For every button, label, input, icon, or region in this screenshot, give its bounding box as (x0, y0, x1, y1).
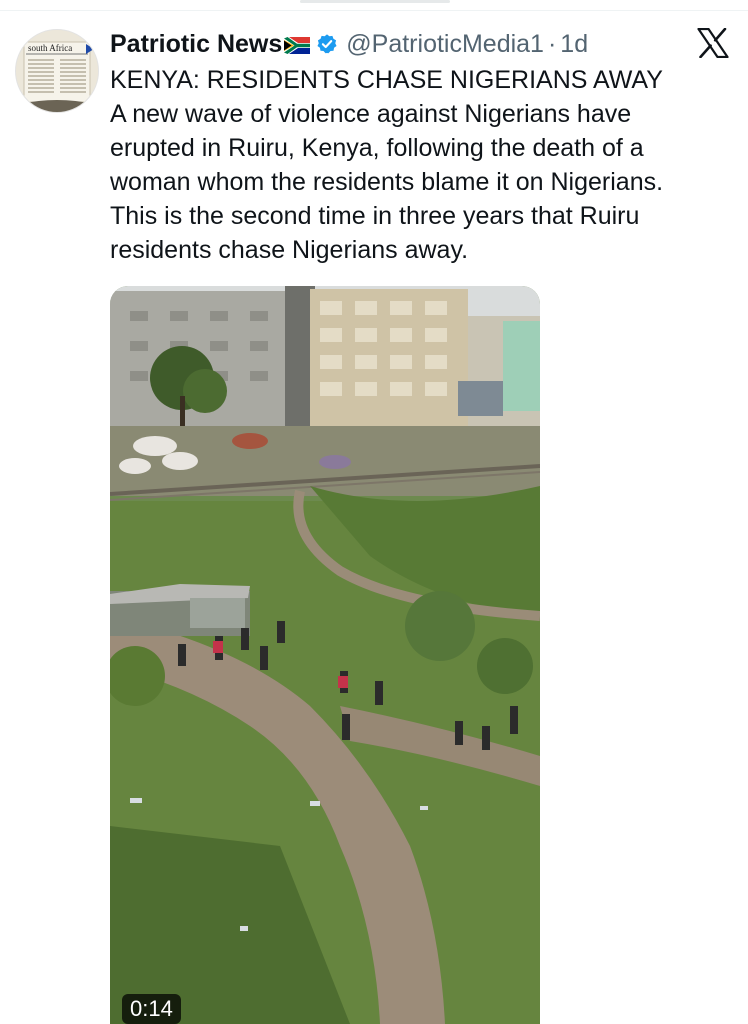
avatar-masthead-text: south Africa (28, 43, 72, 53)
sheet-grabber (300, 0, 450, 3)
author-display-name[interactable]: Patriotic News (110, 30, 282, 59)
tweet-headline: KENYA: RESIDENTS CHASE NIGERIANS AWAY (110, 66, 663, 94)
separator-dot: · (547, 29, 557, 58)
video-player[interactable]: 0:14 (110, 286, 540, 1024)
post-time[interactable]: 1d (560, 30, 588, 59)
author-handle[interactable]: @PatrioticMedia1 (346, 30, 544, 59)
x-logo-icon[interactable] (697, 28, 729, 58)
south-africa-flag-icon (284, 36, 311, 54)
video-duration-badge: 0:14 (122, 994, 181, 1024)
tweet-body-line: residents chase Nigerians away. (110, 236, 469, 264)
tweet-body-line: A new wave of violence against Nigerians… (110, 100, 632, 128)
tweet-body-line: woman whom the residents blame it on Nig… (110, 168, 664, 196)
newspaper-avatar-icon: south Africa (16, 30, 98, 112)
tweet-body-line: This is the second time in three years t… (110, 202, 640, 230)
video-frame (110, 286, 540, 1024)
tweet-header: Patriotic News @PatrioticMedia1 · 1d (110, 26, 588, 62)
tweet-body-line: erupted in Ruiru, Kenya, following the d… (110, 134, 644, 162)
tweet-text: KENYA: RESIDENTS CHASE NIGERIANS AWAY A … (110, 63, 730, 267)
avatar[interactable]: south Africa (15, 29, 99, 113)
verified-badge-icon (317, 34, 337, 54)
